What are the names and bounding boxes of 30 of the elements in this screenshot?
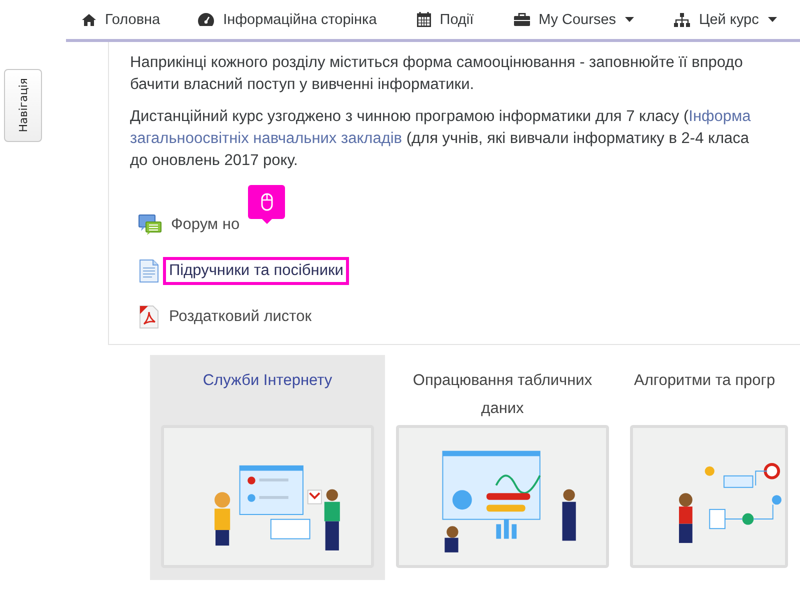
resource-link[interactable]: Підручники та посібники [163,257,350,285]
resource-link[interactable]: Роздатковий листок [163,303,318,331]
forum-icon [138,213,162,237]
nav-link[interactable]: Головна [82,12,160,28]
home-icon [82,14,96,26]
program-link[interactable]: Інформа [688,108,751,125]
gauge-icon [198,13,214,26]
sitemap-icon [674,12,690,26]
program-link[interactable]: загальноосвітніх навчальних закладів [130,130,402,147]
page-icon [138,259,160,283]
caret-icon [768,17,777,22]
nav-link[interactable]: Цей курс [674,12,777,28]
course-card[interactable]: Опрацювання табличних даних [385,355,620,580]
nav-link[interactable]: Інформаційна сторінка [198,12,377,28]
course-title: Алгоритми та прогр [633,371,776,391]
nav-link[interactable]: Події [416,12,474,28]
navigation-tab[interactable]: Навігація [4,69,42,142]
resource-link[interactable]: Форум но [165,211,246,239]
briefcase-icon [514,13,530,26]
course-title: Опрацювання табличних даних [412,371,594,419]
pdf-icon [138,305,160,329]
calendar-icon [416,12,431,27]
course-title: Служби Інтернету [202,371,334,391]
description-paragraph: Наприкінці кожного розділу міститься форма самооцінювання - заповнюйте її впродо бачити власний поступ у вивченні інформатики. [130,53,744,95]
course-card[interactable]: Служби Інтернету [150,355,385,580]
caret-icon [625,17,634,22]
course-card[interactable]: Алгоритми та прогр [620,355,788,580]
nav-link[interactable]: My Courses [514,12,634,28]
mouse-icon [260,193,272,211]
description-paragraph: Дистанційний курс узгоджено з чинною програмою інформатики для 7 класу (Інформа загальноосвітніх навчальних закладів (для учнів, які вивчали інформатику в 2-4 класа до оновлень 2017 року. [130,107,752,171]
